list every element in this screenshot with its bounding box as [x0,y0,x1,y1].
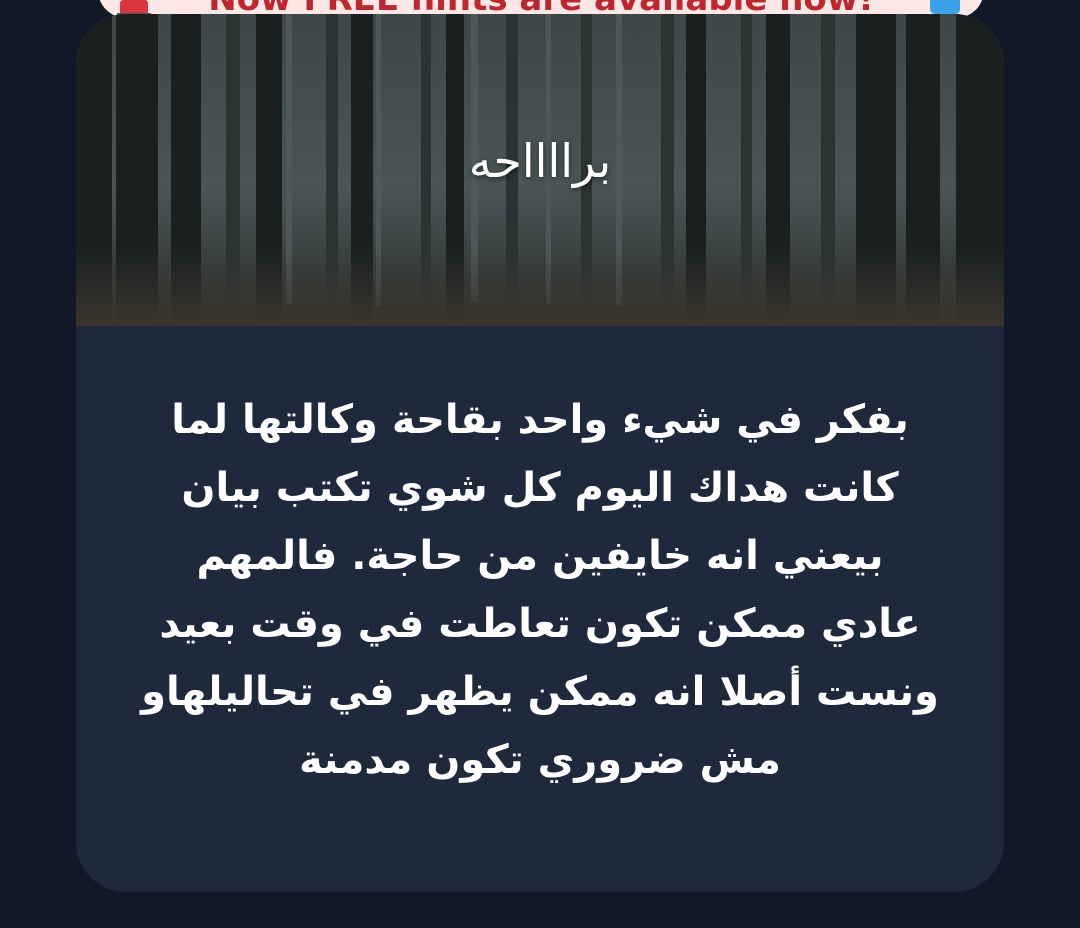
card-body: بفكر في شيء واحد بقاحة وكالتها لما كانت … [76,326,1004,892]
card-text-line: مش ضروري تكون مدمنة [299,737,781,783]
arrow-icon [930,0,960,14]
card-text-line: ونست أصلا انه ممكن يظهر في تحاليلهاو [141,669,939,715]
card-text-line: بفكر في شيء واحد بقاحة وكالتها لما [171,397,909,443]
card-header-image: برااااحه [76,14,1004,326]
card-text-line: عادي ممكن تكون تعاطت في وقت بعيد [159,601,921,647]
story-card[interactable]: برااااحه بفكر في شيء واحد بقاحة وكالتها … [76,14,1004,892]
card-text-line: بيعني انه خايفين من حاجة. فالمهم [196,533,884,579]
card-title: برااااحه [468,134,612,188]
card-text: بفكر في شيء واحد بقاحة وكالتها لما كانت … [116,386,964,794]
siren-icon [117,0,151,18]
card-text-line: كانت هداك اليوم كل شوي تكتب بيان [181,465,899,511]
